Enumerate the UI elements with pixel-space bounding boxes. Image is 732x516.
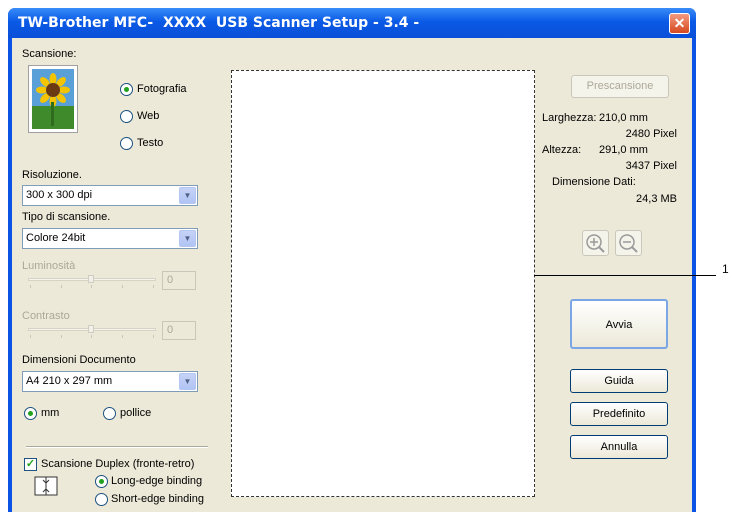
resolution-value: 300 x 300 dpi: [26, 189, 93, 201]
help-button[interactable]: Guida: [570, 369, 668, 393]
callout-number: 1: [722, 262, 729, 276]
binding-icon: [34, 476, 58, 496]
default-button[interactable]: Predefinito: [570, 402, 668, 426]
brightness-thumb[interactable]: [88, 275, 94, 283]
doc-size-value: A4 210 x 297 mm: [26, 375, 113, 387]
scan-type-label: Tipo di scansione.: [22, 211, 111, 223]
brightness-value[interactable]: 0: [162, 271, 196, 290]
scan-label: Scansione:: [22, 48, 77, 60]
scan-type-select[interactable]: Colore 24bit ▼: [22, 228, 198, 249]
chevron-down-icon[interactable]: ▼: [179, 230, 196, 247]
chevron-down-icon[interactable]: ▼: [179, 187, 196, 204]
scanner-setup-window: TW-Brother MFC- XXXX USB Scanner Setup -…: [8, 8, 696, 512]
chevron-down-icon[interactable]: ▼: [179, 373, 196, 390]
contrast-label: Contrasto: [22, 310, 70, 322]
start-button[interactable]: Avvia: [570, 299, 668, 349]
radio-short-edge[interactable]: [95, 493, 108, 506]
zoom-out-icon: [619, 234, 638, 253]
preview-area[interactable]: [231, 70, 535, 497]
resolution-label: Risoluzione.: [22, 169, 82, 181]
callout-line: [534, 275, 716, 276]
height-mm: 291,0 mm: [599, 144, 648, 156]
doc-size-select[interactable]: A4 210 x 297 mm ▼: [22, 371, 198, 392]
contrast-thumb[interactable]: [88, 325, 94, 333]
data-size-label: Dimensione Dati:: [552, 176, 636, 188]
brightness-label: Luminosità: [22, 260, 76, 272]
width-mm: 210,0 mm: [599, 112, 648, 124]
radio-mm-label: mm: [41, 407, 60, 419]
resolution-select[interactable]: 300 x 300 dpi ▼: [22, 185, 198, 206]
title-bar[interactable]: TW-Brother MFC- XXXX USB Scanner Setup -…: [8, 8, 696, 38]
height-px: 3437 Pixel: [625, 160, 677, 172]
width-label: Larghezza:: [542, 112, 597, 124]
width-px: 2480 Pixel: [625, 128, 677, 140]
doc-size-label: Dimensioni Documento: [22, 354, 136, 366]
radio-inch[interactable]: [103, 407, 116, 420]
prescan-button[interactable]: Prescansione: [571, 75, 669, 98]
data-size-value: 24,3 MB: [636, 193, 677, 205]
radio-short-edge-label: Short-edge binding: [111, 493, 204, 505]
radio-photo[interactable]: [120, 83, 133, 96]
separator: [26, 446, 208, 448]
sunflower-photo-icon: [28, 65, 78, 133]
zoom-in-button[interactable]: [582, 230, 609, 256]
window-title: TW-Brother MFC- XXXX USB Scanner Setup -…: [18, 15, 420, 31]
cancel-button[interactable]: Annulla: [570, 435, 668, 459]
radio-web[interactable]: [120, 110, 133, 123]
radio-photo-label: Fotografia: [137, 83, 187, 95]
duplex-label: Scansione Duplex (fronte-retro): [41, 458, 195, 470]
radio-long-edge-label: Long-edge binding: [111, 475, 203, 487]
close-button[interactable]: ✕: [669, 13, 690, 34]
zoom-out-button[interactable]: [615, 230, 642, 256]
radio-inch-label: pollice: [120, 407, 152, 419]
height-label: Altezza:: [542, 144, 582, 156]
scan-type-value: Colore 24bit: [26, 232, 86, 244]
radio-mm[interactable]: [24, 407, 37, 420]
radio-text-label: Testo: [137, 137, 164, 149]
radio-long-edge[interactable]: [95, 475, 108, 488]
zoom-in-icon: [586, 234, 605, 253]
radio-web-label: Web: [137, 110, 160, 122]
duplex-checkbox[interactable]: ✓: [24, 458, 37, 471]
contrast-value[interactable]: 0: [162, 321, 196, 340]
radio-text[interactable]: [120, 137, 133, 150]
